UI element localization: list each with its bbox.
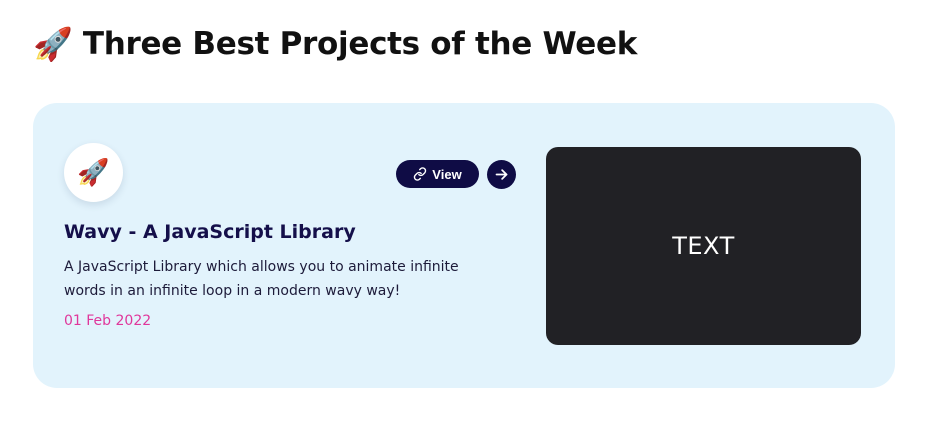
project-description: A JavaScript Library which allows you to… [64, 259, 459, 299]
page-title: Three Best Projects of the Week [82, 26, 638, 62]
page-heading: 🚀 Three Best Projects of the Week [33, 22, 637, 66]
open-project-button[interactable] [487, 160, 516, 189]
rocket-icon: 🚀 [33, 25, 73, 63]
project-date: 01 Feb 2022 [64, 313, 152, 329]
project-preview[interactable]: TEXT [546, 147, 861, 345]
arrow-right-icon [494, 167, 509, 182]
view-button[interactable]: View [396, 160, 479, 188]
rocket-icon: 🚀 [77, 157, 110, 188]
page: 🚀 Three Best Projects of the Week 🚀 View [0, 0, 925, 427]
link-icon [413, 167, 427, 181]
view-button-label: View [432, 166, 462, 182]
preview-text: TEXT [672, 232, 735, 260]
project-title: Wavy - A JavaScript Library [64, 221, 356, 243]
project-avatar: 🚀 [64, 143, 123, 202]
project-card: 🚀 View Wavy - A JavaScript Library A Jav… [33, 103, 895, 388]
